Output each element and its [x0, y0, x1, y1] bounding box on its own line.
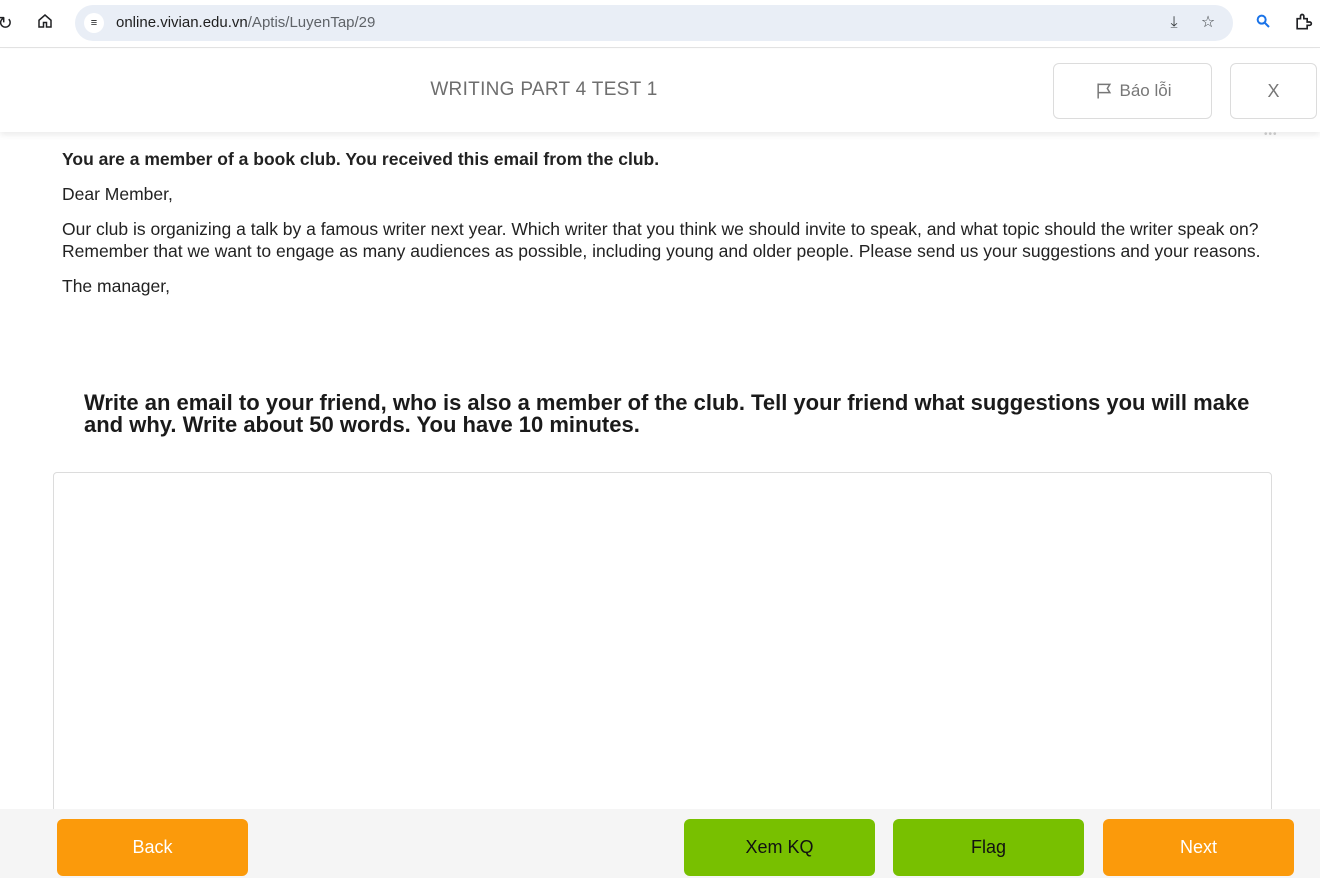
question-intro: You are a member of a book club. You rec…: [62, 149, 660, 169]
question-content: You are a member of a book club. You rec…: [62, 148, 1272, 297]
url-host: online.vivian.edu.vn: [116, 14, 248, 31]
install-app-icon[interactable]: ⤓: [1163, 12, 1185, 34]
search-lens-icon[interactable]: [1252, 12, 1274, 34]
exam-header: WRITING PART 4 TEST 1 Báo lỗi X •••: [0, 49, 1320, 140]
next-button[interactable]: Next: [1103, 819, 1294, 876]
report-error-label: Báo lỗi: [1119, 81, 1172, 100]
flag-outline-icon: [1096, 83, 1111, 99]
more-dots-icon: •••: [1264, 129, 1278, 140]
email-greeting: Dear Member,: [62, 184, 173, 204]
site-settings-icon[interactable]: ≡: [84, 13, 104, 33]
close-button[interactable]: X: [1230, 63, 1317, 119]
address-bar[interactable]: ≡ online.vivian.edu.vn/Aptis/LuyenTap/29…: [75, 5, 1233, 41]
back-button[interactable]: Back: [57, 819, 248, 876]
task-instruction: Write an email to your friend, who is al…: [84, 390, 1250, 437]
email-body: Our club is organizing a talk by a famou…: [62, 219, 1261, 261]
email-signoff: The manager,: [62, 276, 170, 296]
browser-toolbar: ↻ ≡ online.vivian.edu.vn/Aptis/LuyenTap/…: [0, 0, 1320, 48]
footer-bar: Back Xem KQ Flag Next: [0, 809, 1320, 878]
url-path: /Aptis/LuyenTap/29: [247, 14, 376, 31]
reload-icon[interactable]: ↻: [0, 12, 16, 34]
url-text[interactable]: online.vivian.edu.vn/Aptis/LuyenTap/29: [116, 14, 375, 31]
bookmark-star-icon[interactable]: ☆: [1197, 12, 1219, 34]
view-result-button[interactable]: Xem KQ: [684, 819, 875, 876]
answer-textarea[interactable]: [53, 472, 1272, 832]
page-title: WRITING PART 4 TEST 1: [430, 79, 658, 100]
flag-button[interactable]: Flag: [893, 819, 1084, 876]
home-icon[interactable]: [34, 12, 56, 34]
extensions-icon[interactable]: [1292, 12, 1314, 34]
report-error-button[interactable]: Báo lỗi: [1053, 63, 1212, 119]
